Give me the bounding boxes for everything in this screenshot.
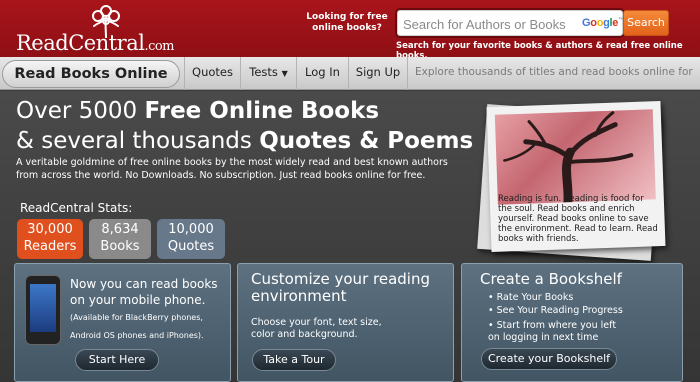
mobile-card-title: Now you can read books on your mobile ph… <box>70 277 218 340</box>
stat-books: 8,634 Books <box>89 219 151 259</box>
nav-log-in[interactable]: Log In <box>296 57 348 90</box>
start-here-button[interactable]: Start Here <box>75 349 159 371</box>
site-header: ReadCentral.com Looking for free online … <box>0 0 700 61</box>
search-button[interactable]: Search <box>623 10 669 36</box>
search-input[interactable] <box>403 15 573 33</box>
customize-card-title: Customize your reading environment <box>251 270 430 305</box>
stat-quotes: 10,000 Quotes <box>157 219 225 259</box>
hero-description: A veritable goldmine of free online book… <box>16 157 448 181</box>
hero-headline: Over 5000 Free Online Books & several th… <box>16 98 474 154</box>
dropdown-arrow-icon: ▼ <box>281 69 288 78</box>
phone-icon <box>25 275 61 345</box>
feature-item: • See Your Reading Progress <box>488 305 623 316</box>
nav-read-books-online[interactable]: Read Books Online <box>2 60 180 88</box>
tree-photo <box>494 109 656 205</box>
bookshelf-card-title: Create a Bookshelf <box>480 270 622 288</box>
take-a-tour-button[interactable]: Take a Tour <box>252 349 336 371</box>
google-logo: Google™ <box>582 17 624 29</box>
site-logo[interactable]: ReadCentral.com <box>16 31 175 55</box>
nav-quotes[interactable]: Quotes <box>184 57 240 90</box>
photo-caption: Reading is fun. Reading is food for the … <box>498 194 658 244</box>
main-nav: Read Books Online Quotes Tests ▼ Log In … <box>0 57 700 109</box>
feature-item: • Rate Your Books <box>488 292 574 303</box>
looking-for-books-text: Looking for free online books? <box>306 12 388 33</box>
create-bookshelf-button[interactable]: Create your Bookshelf <box>481 348 617 370</box>
tree-image-icon <box>503 111 634 205</box>
stats-label: ReadCentral Stats: <box>20 201 133 215</box>
search-box: Google™ <box>397 10 624 36</box>
nav-tests[interactable]: Tests ▼ <box>240 57 296 90</box>
customize-card-body: Choose your font, text size, color and b… <box>251 317 382 340</box>
nav-sign-up[interactable]: Sign Up <box>348 57 408 90</box>
feature-item: • Start from where you left on logging i… <box>488 320 617 343</box>
stat-readers: 30,000 Readers <box>17 219 83 259</box>
